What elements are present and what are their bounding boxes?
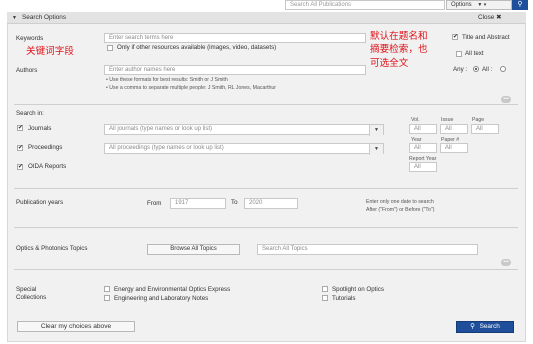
oida-label: OIDA Reports [28,163,67,170]
all-text-label: All text [465,50,484,57]
journals-checkbox[interactable] [17,124,23,131]
vol-input[interactable]: All [409,124,437,134]
collection-energy-label: Energy and Environmental Optics Express [114,286,231,293]
oida-checkbox[interactable] [17,163,23,170]
search-options-panel [7,12,526,342]
proceedings-select-value: All proceedings (type names or look up l… [109,145,224,151]
section-divider [14,227,518,228]
clear-choices-button[interactable]: Clear my choices above [17,321,135,332]
proceedings-label: Proceedings [28,144,63,151]
collection-checkbox[interactable] [322,286,328,292]
years-hint-line2: After ("From") or Before ("To") [366,207,435,213]
collection-checkbox[interactable] [322,295,328,301]
collection-engineering-label: Engineering and Laboratory Notes [114,295,209,302]
browse-topics-button[interactable]: Browse All Topics [147,244,240,255]
topics-label: Optics & Photonics Topics [16,245,88,252]
keywords-annotation: 关键词字段 [26,46,74,57]
issue-input[interactable]: All [440,124,468,134]
collection-checkbox[interactable] [104,286,110,292]
topics-search-input[interactable]: Search All Topics [257,244,478,255]
journals-select[interactable]: All journals (type names or look up list… [104,124,384,136]
close-button[interactable]: Close ✖ [478,12,501,24]
special-collections-label-line2: Collections [16,294,47,301]
collection-spotlight-label: Spotlight on Optics [332,286,384,293]
from-year-input[interactable]: 1917 [170,198,226,209]
default-annotation-line1: 默认在题名和 [370,31,428,42]
any-radio-label: Any : [453,66,468,73]
special-collections-label-line1: Special [16,286,37,293]
paper-input[interactable]: All [440,143,468,153]
search-icon: ⚲ [470,323,475,330]
title-abstract-checkbox[interactable] [452,33,458,40]
issue-label: Issue [441,117,454,123]
options-icons: ▼ ▾ [477,2,487,8]
authors-input[interactable]: Enter author names here [104,65,366,75]
to-label: To [231,199,238,206]
vol-label: Vol. [411,117,420,123]
report-year-input[interactable]: All [409,162,437,172]
page-label: Page [472,117,485,123]
search-go-button[interactable]: ⚲ [512,0,528,10]
expand-authors-icon[interactable]: ••• [501,96,511,103]
default-annotation-line3: 可选全文 [370,58,409,69]
from-label: From [147,200,162,207]
keywords-input[interactable]: Enter search terms here [104,33,366,43]
authors-hint-comma: • Use a comma to separate multiple peopl… [106,85,277,91]
search-submit-button[interactable]: ⚲ Search [456,321,514,333]
journals-label: Journals [28,125,52,132]
all-radio-label: All : [482,66,493,73]
title-abstract-label: Title and Abstract [462,34,510,41]
default-annotation-line2: 摘要检索，也 [370,44,428,55]
search-submit-label: Search [479,323,500,330]
panel-title: Search Options [22,14,67,21]
section-divider [14,104,518,105]
authors-hint-format: • Use these formats for best results: Sm… [106,77,228,83]
proceedings-checkbox[interactable] [17,144,23,151]
options-label: Options [451,2,472,8]
expand-topics-icon[interactable]: ••• [501,259,511,266]
keywords-label: Keywords [16,35,44,42]
collection-checkbox[interactable] [104,295,110,301]
years-hint-line1: Enter only one date to search [366,199,434,205]
all-radio[interactable] [500,66,506,72]
search-options-header[interactable] [7,12,526,24]
chevron-down-icon[interactable]: ▼ [369,144,383,155]
chevron-down-icon[interactable]: ▼ [369,125,383,136]
year-input[interactable]: All [409,143,437,153]
search-icon: ⚲ [517,1,523,8]
filter-icon: ▼ [12,15,17,21]
section-divider [14,188,518,189]
page-input[interactable]: All [471,124,499,134]
all-text-checkbox[interactable] [456,51,462,57]
authors-label: Authors [16,67,38,74]
section-divider [14,269,518,270]
to-year-input[interactable]: 2020 [244,198,298,209]
publication-years-label: Publication years [16,199,64,206]
options-dropdown[interactable]: Options ▼ ▾ [446,0,512,10]
any-radio[interactable] [473,66,479,72]
search-in-label: Search in: [16,110,44,117]
journals-select-value: All journals (type names or look up list… [109,126,213,132]
only-resources-label: Only if other resources available (image… [117,44,277,51]
collection-tutorials-label: Tutorials [332,295,356,302]
proceedings-select[interactable]: All proceedings (type names or look up l… [104,143,384,155]
global-search-input[interactable]: Search All Publications [285,0,445,10]
only-resources-checkbox[interactable] [107,45,113,51]
